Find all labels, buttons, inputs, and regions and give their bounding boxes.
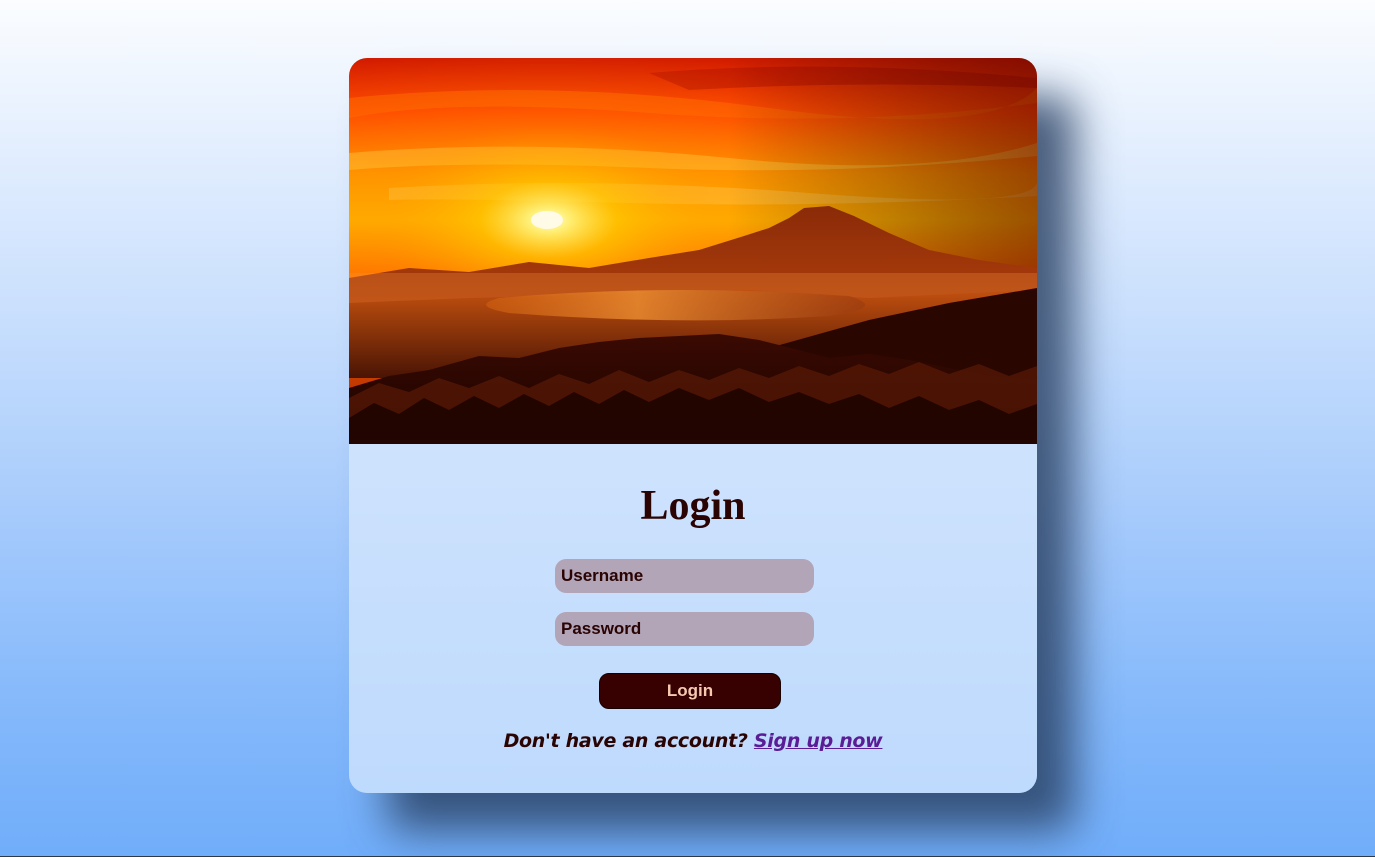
signup-link[interactable]: Sign up now	[754, 730, 883, 752]
username-input[interactable]	[555, 559, 814, 593]
signup-prompt-row: Don't have an account? Sign up now	[349, 730, 1037, 752]
login-title: Login	[640, 483, 746, 529]
signup-prompt-text: Don't have an account?	[503, 730, 748, 752]
login-form: Login Login Don't have an account? Sign …	[349, 444, 1037, 793]
login-card: Login Login Don't have an account? Sign …	[349, 58, 1037, 793]
login-button[interactable]: Login	[599, 673, 781, 709]
password-input[interactable]	[555, 612, 814, 646]
hero-image	[349, 58, 1037, 444]
sunset-mountain-illustration	[349, 58, 1037, 444]
